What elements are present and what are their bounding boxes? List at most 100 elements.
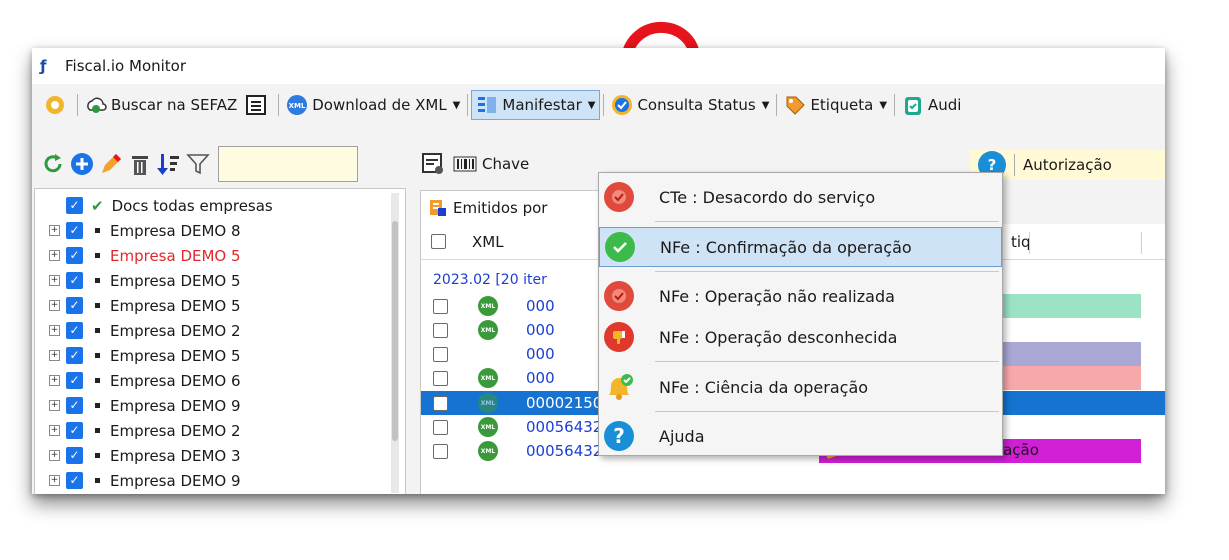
- document-icon: [429, 199, 447, 217]
- etiqueta-button[interactable]: Etiqueta ▼: [780, 90, 891, 120]
- red-check-icon: [604, 182, 634, 212]
- audit-label: Audi: [928, 96, 962, 114]
- menu-item-label: CTe : Desacordo do serviço: [659, 187, 876, 207]
- tree-item[interactable]: + ✓ Empresa DEMO 2: [35, 318, 241, 343]
- bullet-icon: [95, 403, 100, 408]
- checkbox-checked-icon[interactable]: ✓: [66, 447, 83, 464]
- audit-button[interactable]: Audi: [898, 90, 965, 120]
- tree-item[interactable]: + ✓ Empresa DEMO 2: [35, 418, 241, 443]
- chave-label[interactable]: Chave: [482, 155, 529, 173]
- xml-icon: XML: [478, 368, 498, 388]
- document-settings-icon[interactable]: [420, 151, 446, 177]
- row-checkbox[interactable]: [433, 322, 448, 338]
- checkbox-checked-icon[interactable]: ✓: [66, 347, 83, 364]
- main-toolbar: Buscar na SEFAZ XML Download de XML ▼ Ma…: [32, 86, 1165, 124]
- tree-item[interactable]: + ✓ Empresa DEMO 5: [35, 293, 241, 318]
- row-checkbox[interactable]: [433, 419, 448, 435]
- pencil-icon[interactable]: [98, 151, 124, 177]
- refresh-icon[interactable]: [40, 151, 66, 177]
- tree-item[interactable]: + ✓ Empresa DEMO 6: [35, 368, 241, 393]
- checkbox-checked-icon[interactable]: ✓: [66, 422, 83, 439]
- manifestar-button[interactable]: Manifestar ▼: [471, 90, 601, 120]
- tree-item[interactable]: + ✓ Empresa DEMO 9: [35, 468, 241, 493]
- expand-icon[interactable]: +: [49, 325, 60, 336]
- download-xml-button[interactable]: XML Download de XML ▼: [282, 90, 464, 120]
- row-checkbox[interactable]: [433, 395, 448, 411]
- barcode-icon[interactable]: [452, 151, 478, 177]
- tree-item-all[interactable]: ✓ ✔ Docs todas empresas: [35, 193, 273, 218]
- checkbox-checked-icon[interactable]: ✓: [66, 197, 83, 214]
- menu-item-desacordo[interactable]: CTe : Desacordo do serviço: [599, 177, 1002, 217]
- col-xml[interactable]: XML: [472, 233, 504, 251]
- xml-icon: XML: [478, 320, 498, 340]
- bullet-icon: [95, 303, 100, 308]
- add-icon[interactable]: [69, 151, 95, 177]
- bullet-icon: [95, 278, 100, 283]
- tree-item[interactable]: + ✓ Empresa DEMO 8: [35, 218, 241, 243]
- col-etiqueta[interactable]: tiq: [1011, 233, 1031, 251]
- row-checkbox[interactable]: [433, 346, 448, 362]
- menu-item-ciencia[interactable]: NFe : Ciência da operação: [599, 367, 1002, 407]
- tree-scrollbar[interactable]: [391, 193, 399, 493]
- menu-item-label: NFe : Operação não realizada: [659, 286, 895, 306]
- buscar-sefaz-button[interactable]: Buscar na SEFAZ: [81, 90, 241, 120]
- tree-item-label: Empresa DEMO 5: [110, 271, 241, 290]
- chevron-down-icon: ▼: [761, 99, 770, 111]
- checkbox-checked-icon[interactable]: ✓: [66, 297, 83, 314]
- menu-item-confirmacao[interactable]: NFe : Confirmação da operação: [599, 227, 1002, 267]
- settings-button[interactable]: [40, 90, 74, 120]
- checkbox-checked-icon[interactable]: ✓: [66, 247, 83, 264]
- tree-item-label: Empresa DEMO 3: [110, 446, 241, 465]
- expand-icon[interactable]: +: [49, 425, 60, 436]
- bullet-icon: [95, 453, 100, 458]
- menu-item-label: Ajuda: [659, 426, 705, 446]
- expand-icon[interactable]: +: [49, 450, 60, 461]
- expand-icon[interactable]: +: [49, 475, 60, 486]
- filter-icon[interactable]: [185, 151, 211, 177]
- expand-icon[interactable]: +: [49, 375, 60, 386]
- tree-item[interactable]: + ✓ Empresa DEMO 5: [35, 243, 241, 268]
- tree-toolbar: [32, 144, 412, 184]
- tree-item[interactable]: + ✓ Empresa DEMO 9: [35, 393, 241, 418]
- tab-label: Emitidos por: [453, 198, 548, 217]
- expand-icon[interactable]: +: [49, 350, 60, 361]
- expand-icon[interactable]: +: [49, 300, 60, 311]
- checkbox-checked-icon[interactable]: ✓: [66, 372, 83, 389]
- menu-item-nao-realizada[interactable]: NFe : Operação não realizada: [599, 276, 1002, 316]
- checkbox-checked-icon[interactable]: ✓: [66, 272, 83, 289]
- sort-icon[interactable]: [156, 151, 182, 177]
- window-title: Fiscal.io Monitor: [65, 57, 187, 75]
- tree-item[interactable]: + ✓ Empresa DEMO 5: [35, 343, 241, 368]
- expand-icon[interactable]: +: [49, 250, 60, 261]
- filter-input[interactable]: [218, 146, 358, 182]
- checklist-icon: [476, 94, 498, 116]
- menu-item-label: NFe : Confirmação da operação: [660, 237, 912, 257]
- expand-icon[interactable]: +: [49, 225, 60, 236]
- checkbox-checked-icon[interactable]: ✓: [66, 397, 83, 414]
- menu-item-desconhecida[interactable]: NFe : Operação desconhecida: [599, 317, 1002, 357]
- tree-item-label: Empresa DEMO 9: [110, 471, 241, 490]
- expand-icon[interactable]: +: [49, 400, 60, 411]
- checkbox-checked-icon[interactable]: ✓: [66, 322, 83, 339]
- select-all-checkbox[interactable]: [431, 234, 446, 249]
- download-label: Download de XML: [312, 96, 447, 114]
- menu-item-label: NFe : Operação desconhecida: [659, 327, 898, 347]
- title-bar: ƒ Fiscal.io Monitor: [32, 48, 1165, 84]
- menu-item-ajuda[interactable]: ? Ajuda: [599, 416, 1002, 456]
- list-button[interactable]: [241, 90, 275, 120]
- trash-icon[interactable]: [127, 151, 153, 177]
- row-checkbox[interactable]: [433, 298, 448, 314]
- list-icon: [245, 94, 267, 116]
- expand-icon[interactable]: +: [49, 275, 60, 286]
- row-checkbox[interactable]: [433, 443, 448, 459]
- thumbs-down-icon: [604, 322, 634, 352]
- row-checkbox[interactable]: [433, 370, 448, 386]
- tree-item-label: Empresa DEMO 2: [110, 321, 241, 340]
- checkbox-checked-icon[interactable]: ✓: [66, 472, 83, 489]
- tree-item-label: Empresa DEMO 5: [110, 296, 241, 315]
- tree-item[interactable]: + ✓ Empresa DEMO 3: [35, 443, 241, 468]
- checkbox-checked-icon[interactable]: ✓: [66, 222, 83, 239]
- tree-item[interactable]: + ✓ Empresa DEMO 5: [35, 268, 241, 293]
- green-check-icon: ✔: [91, 196, 104, 215]
- consulta-status-button[interactable]: Consulta Status ▼: [607, 90, 773, 120]
